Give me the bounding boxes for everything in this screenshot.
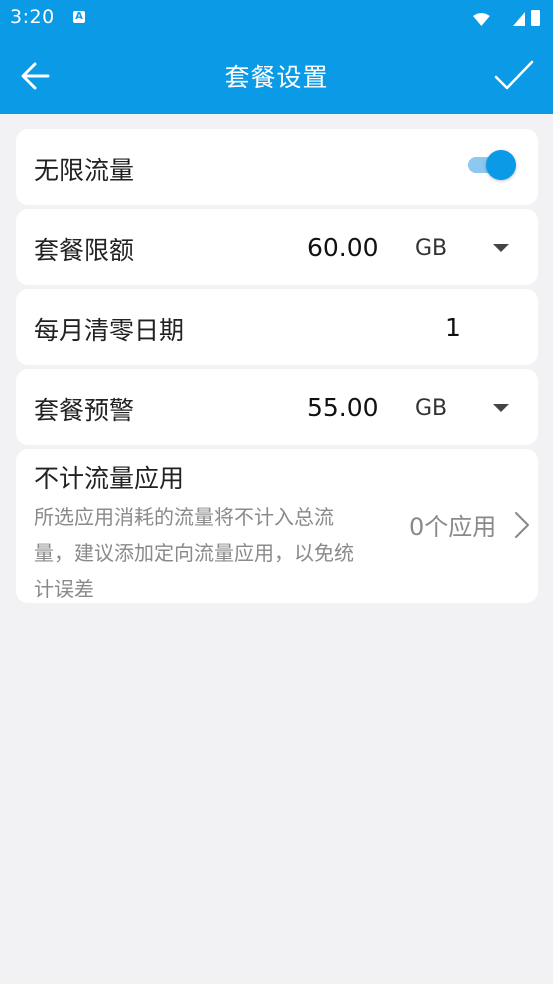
warning-card: 套餐预警 55.00 GB bbox=[16, 369, 538, 445]
app-bar: 套餐设置 bbox=[0, 38, 553, 114]
chevron-down-icon[interactable] bbox=[493, 244, 509, 252]
status-icons bbox=[473, 10, 540, 26]
excluded-apps-description: 所选应用消耗的流量将不计入总流量，建议添加定向流量应用，以免统计误差 bbox=[34, 505, 354, 601]
quota-label: 套餐限额 bbox=[34, 236, 135, 265]
unlimited-toggle[interactable] bbox=[466, 149, 518, 180]
reset-day-card: 每月清零日期 1 bbox=[16, 289, 538, 365]
wifi-icon bbox=[473, 13, 490, 26]
battery-icon bbox=[531, 10, 540, 26]
checkmark-icon bbox=[494, 60, 534, 90]
unlimited-card: 无限流量 bbox=[16, 129, 538, 205]
chevron-down-icon[interactable] bbox=[493, 404, 509, 412]
quota-value-input[interactable]: 60.00 bbox=[307, 233, 379, 262]
chevron-right-icon bbox=[515, 512, 529, 538]
status-bar: 3:20 A bbox=[0, 0, 553, 38]
page-title: 套餐设置 bbox=[224, 63, 329, 92]
confirm-button[interactable] bbox=[493, 52, 535, 98]
unlimited-label: 无限流量 bbox=[34, 156, 135, 185]
warning-label: 套餐预警 bbox=[34, 396, 135, 425]
reset-day-value-input[interactable]: 1 bbox=[445, 313, 461, 342]
excluded-apps-count: 0个应用 bbox=[409, 513, 497, 541]
warning-unit-select[interactable]: GB bbox=[415, 396, 447, 421]
quota-card: 套餐限额 60.00 GB bbox=[16, 209, 538, 285]
signal-icon bbox=[513, 12, 525, 26]
quota-unit-select[interactable]: GB bbox=[415, 236, 447, 261]
reset-day-label: 每月清零日期 bbox=[34, 316, 185, 345]
warning-value-input[interactable]: 55.00 bbox=[307, 393, 379, 422]
excluded-apps-card[interactable]: 不计流量应用 所选应用消耗的流量将不计入总流量，建议添加定向流量应用，以免统计误… bbox=[16, 449, 538, 603]
toggle-thumb bbox=[486, 150, 516, 180]
excluded-apps-label: 不计流量应用 bbox=[34, 464, 185, 493]
notification-a-icon: A bbox=[73, 11, 85, 23]
status-time: 3:20 bbox=[10, 6, 55, 28]
